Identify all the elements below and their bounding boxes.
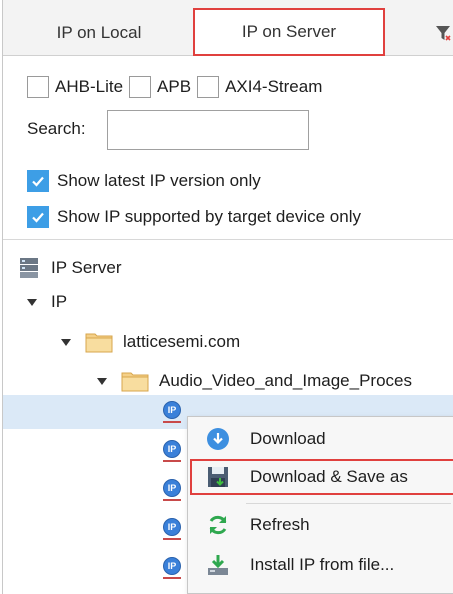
tree-label-vendor: latticesemi.com — [123, 332, 241, 351]
search-input[interactable] — [107, 110, 309, 150]
bus-type-filters: AHB-Lite APB AXI4-Stream — [27, 76, 328, 98]
server-icon — [20, 258, 38, 278]
install-icon — [208, 555, 228, 575]
tree-item-ip-server[interactable]: IP Server — [17, 251, 122, 285]
expand-caret-icon[interactable] — [97, 377, 107, 385]
axi4-stream-label: AXI4-Stream — [225, 77, 323, 96]
tab-ip-on-local[interactable]: IP on Local — [11, 10, 187, 56]
show-supported-option[interactable]: Show IP supported by target device only — [27, 206, 361, 228]
show-supported-label: Show IP supported by target device only — [57, 207, 361, 226]
ip-core-icon: IP — [163, 440, 183, 466]
search-label: Search: — [27, 119, 86, 138]
menu-item-download[interactable]: Download — [188, 421, 453, 457]
menu-item-refresh[interactable]: Refresh — [188, 507, 453, 543]
tab-bar: IP on Local IP on Server — [3, 0, 453, 56]
apb-label: APB — [157, 77, 192, 96]
expand-caret-icon[interactable] — [27, 298, 37, 306]
show-supported-checkbox[interactable] — [27, 206, 49, 228]
refresh-icon — [209, 515, 227, 535]
ip-core-icon: IP — [163, 479, 183, 505]
menu-item-install-ip[interactable]: Install IP from file... — [188, 547, 453, 583]
tab-ip-on-server[interactable]: IP on Server — [193, 8, 385, 56]
show-latest-label: Show latest IP version only — [57, 171, 261, 190]
folder-icon — [121, 372, 149, 392]
ahb-lite-checkbox[interactable] — [27, 76, 49, 98]
ip-core-icon: IP — [163, 557, 183, 583]
apb-checkbox[interactable] — [129, 76, 152, 98]
tree-item-vendor[interactable]: latticesemi.com — [61, 325, 240, 359]
menu-label-install-ip: Install IP from file... — [250, 555, 395, 574]
download-icon — [207, 428, 229, 450]
context-menu: Download Download & Save as Refresh Inst… — [187, 416, 453, 594]
ip-core-icon: IP — [163, 401, 183, 427]
ip-core-icon: IP — [163, 518, 183, 544]
ahb-lite-label: AHB-Lite — [55, 77, 124, 96]
tree-label-ip: IP — [51, 292, 68, 311]
menu-item-download-save-as[interactable]: Download & Save as — [190, 459, 453, 495]
menu-separator — [246, 503, 451, 504]
ip-catalog-panel: IP on Local IP on Server AHB-Lite APB AX… — [2, 0, 453, 594]
tree-label-ip-server: IP Server — [51, 258, 122, 277]
divider — [3, 239, 453, 240]
show-latest-checkbox[interactable] — [27, 170, 49, 192]
tree-item-category[interactable]: Audio_Video_and_Image_Proces — [97, 364, 412, 398]
save-icon — [208, 467, 228, 487]
folder-icon — [85, 333, 113, 353]
tree-item-ip[interactable]: IP — [27, 285, 67, 319]
filter-icon[interactable] — [435, 24, 451, 42]
tree-label-category: Audio_Video_and_Image_Proces — [159, 371, 412, 390]
axi4-stream-checkbox[interactable] — [197, 76, 220, 98]
show-latest-option[interactable]: Show latest IP version only — [27, 170, 261, 192]
menu-label-refresh: Refresh — [250, 515, 310, 534]
menu-label-download: Download — [250, 429, 326, 448]
expand-caret-icon[interactable] — [61, 338, 71, 346]
menu-label-download-save-as: Download & Save as — [250, 467, 408, 486]
